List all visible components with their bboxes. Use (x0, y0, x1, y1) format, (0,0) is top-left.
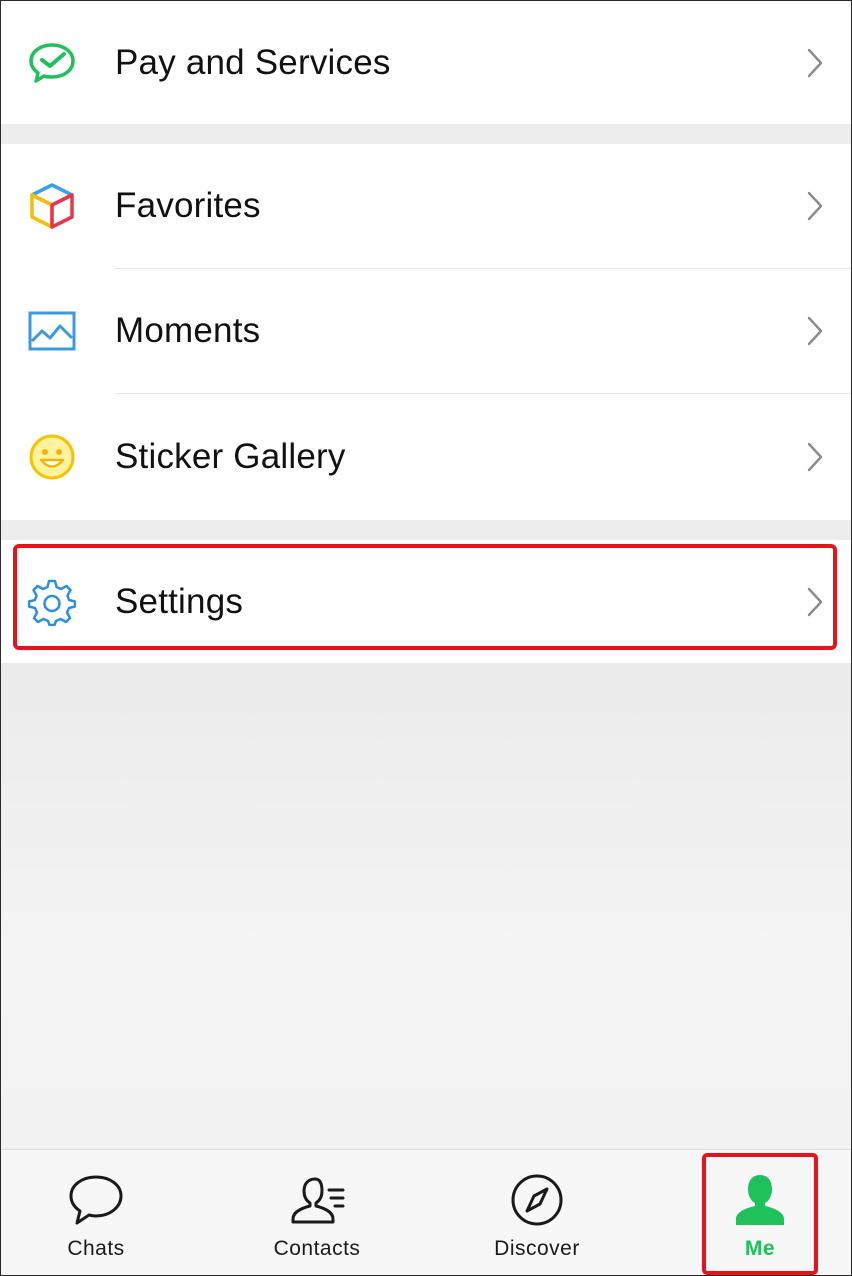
tab-label-contacts: Contacts (273, 1237, 361, 1260)
chat-bubble-icon (69, 1175, 123, 1225)
compass-icon (511, 1174, 563, 1226)
tab-contacts[interactable]: Contacts (227, 1150, 407, 1275)
empty-area (1, 663, 851, 1149)
tab-me[interactable]: Me (670, 1150, 850, 1275)
wechat-me-screen: Pay and Services Favorites Moments Stick… (0, 0, 852, 1276)
chevron-right-icon (807, 191, 823, 221)
menu-item-favorites[interactable]: Favorites (1, 144, 851, 268)
contacts-icon (291, 1177, 345, 1224)
menu-label-moments: Moments (115, 311, 261, 350)
gear-icon (27, 577, 77, 627)
menu-group-settings: Settings (1, 540, 851, 663)
menu-label-settings: Settings (115, 581, 244, 621)
person-icon (736, 1175, 784, 1225)
tab-discover[interactable]: Discover (447, 1150, 627, 1275)
chevron-right-icon (807, 587, 823, 616)
smiley-icon (27, 432, 77, 482)
menu-item-pay-and-services[interactable]: Pay and Services (1, 1, 851, 124)
chevron-right-icon (807, 48, 823, 77)
menu-group-content: Favorites Moments Sticker Gallery (1, 144, 851, 520)
menu-item-moments[interactable]: Moments (1, 269, 851, 393)
chevron-right-icon (807, 316, 823, 346)
menu-label-pay: Pay and Services (115, 42, 391, 82)
menu-item-sticker-gallery[interactable]: Sticker Gallery (1, 394, 851, 520)
tab-chats[interactable]: Chats (6, 1150, 186, 1275)
tab-label-discover: Discover (494, 1237, 580, 1260)
menu-label-sticker-gallery: Sticker Gallery (115, 437, 346, 476)
menu-label-favorites: Favorites (115, 186, 261, 225)
cube-icon (27, 181, 77, 231)
wallet-check-icon (27, 38, 77, 88)
tab-label-chats: Chats (67, 1237, 125, 1260)
picture-icon (27, 306, 77, 356)
tab-label-me: Me (744, 1237, 776, 1260)
bottom-tab-bar: Chats Contacts Discover Me (1, 1149, 851, 1275)
chevron-right-icon (807, 442, 823, 472)
menu-item-settings[interactable]: Settings (1, 540, 851, 663)
menu-group-pay: Pay and Services (1, 1, 851, 124)
